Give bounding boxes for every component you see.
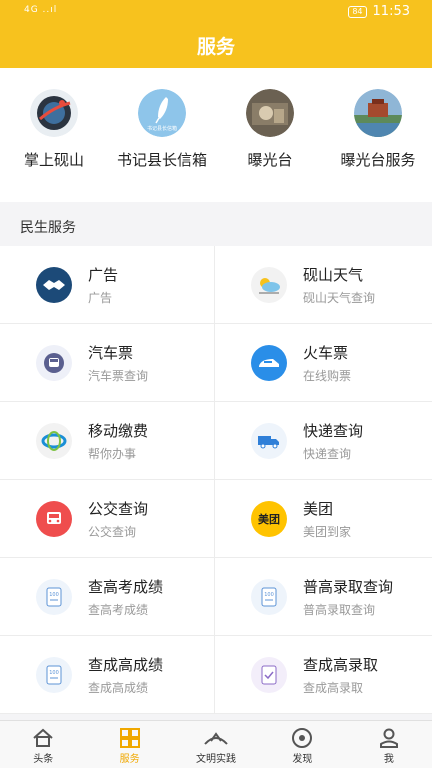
service-title: 美团: [303, 499, 334, 518]
service-gaokao-score[interactable]: 100 查高考成绩 查高考成绩: [0, 558, 215, 636]
tab-discover[interactable]: 发现: [259, 721, 345, 768]
eye-icon: [292, 728, 313, 748]
tab-bar: 头条 服务 文明实践 发现 我: [0, 720, 432, 768]
status-bar: 4G ..ıl 84 11:53: [0, 0, 432, 26]
quick-links: 掌上砚山 书记县长信箱 书记县长信箱 曝光台 曝光台服务: [0, 68, 432, 202]
photo-icon: [246, 89, 294, 137]
person-icon: [379, 728, 398, 748]
score-sheet-text: 100: [264, 592, 274, 598]
service-subtitle: 帮你办事: [88, 446, 137, 461]
quick-link-exposure[interactable]: 曝光台: [216, 68, 324, 202]
service-mobile-payment[interactable]: 移动缴费 帮你办事: [0, 402, 215, 480]
service-title: 汽车票: [88, 343, 134, 362]
service-high-school-admission[interactable]: 100 普高录取查询 普高录取查询: [215, 558, 432, 636]
service-subtitle: 查高考成绩: [88, 602, 149, 617]
service-subtitle: 砚山天气查询: [303, 290, 376, 305]
service-ads[interactable]: 广告 广告: [0, 246, 215, 324]
weather-icon: [251, 266, 287, 303]
service-title: 广告: [88, 265, 119, 284]
service-subtitle: 快递查询: [303, 446, 352, 461]
quill-icon: 书记县长信箱: [138, 89, 186, 137]
china-mobile-icon: [36, 422, 72, 459]
service-train-ticket[interactable]: 火车票 在线购票: [215, 324, 432, 402]
tab-label: 我: [383, 754, 394, 765]
quick-link-label: 书记县长信箱: [116, 151, 207, 169]
score-sheet-icon: 100: [36, 578, 72, 615]
quick-link-label: 曝光台: [247, 151, 293, 169]
service-title: 公交查询: [88, 499, 149, 518]
service-subtitle: 普高录取查询: [303, 602, 376, 617]
score-sheet-icon: 100: [36, 656, 72, 693]
home-icon: [33, 728, 53, 747]
quick-link-label: 掌上砚山: [23, 151, 84, 169]
signal-indicator: 4G ..ıl: [24, 5, 58, 15]
battery-icon: 84: [348, 5, 367, 18]
service-subtitle: 广告: [88, 290, 113, 305]
admission-check-icon: [251, 656, 287, 693]
service-meituan[interactable]: 美团 美团 美团到家: [215, 480, 432, 558]
service-title: 快递查询: [303, 421, 364, 440]
score-sheet-icon: 100: [251, 578, 287, 615]
tab-civilization-practice[interactable]: 文明实践: [173, 721, 259, 768]
service-title: 火车票: [303, 343, 349, 362]
service-grid: 广告 广告 砚山天气 砚山天气查询 汽车票 汽车票查询 火车票 在线购票 移动缴…: [0, 246, 432, 714]
service-title: 查成高成绩: [88, 655, 164, 674]
tab-label: 服务: [119, 754, 140, 765]
tab-headlines[interactable]: 头条: [0, 721, 86, 768]
service-bus-ticket[interactable]: 汽车票 汽车票查询: [0, 324, 215, 402]
service-express[interactable]: 快递查询 快递查询: [215, 402, 432, 480]
quill-icon-text: 书记县长信箱: [147, 125, 177, 132]
tab-label: 头条: [33, 754, 54, 765]
grid-icon: [119, 728, 140, 748]
handshake-icon: [36, 266, 72, 303]
service-weather[interactable]: 砚山天气 砚山天气查询: [215, 246, 432, 324]
service-subtitle: 汽车票查询: [88, 368, 149, 383]
service-adult-score[interactable]: 100 查成高成绩 查成高成绩: [0, 636, 215, 714]
practice-icon: [204, 732, 228, 745]
bus-icon: [36, 344, 72, 381]
service-subtitle: 公交查询: [88, 524, 137, 539]
service-adult-admission[interactable]: 查成高录取 查成高录取: [215, 636, 432, 714]
tab-me[interactable]: 我: [346, 721, 432, 768]
public-bus-icon: [36, 500, 72, 537]
score-sheet-text: 100: [49, 592, 59, 598]
quick-link-mailbox[interactable]: 书记县长信箱 书记县长信箱: [108, 68, 216, 202]
clock: 11:53: [372, 4, 410, 19]
service-title: 普高录取查询: [303, 577, 394, 596]
service-title: 查高考成绩: [88, 577, 164, 596]
quick-link-exposure-service[interactable]: 曝光台服务: [324, 68, 432, 202]
score-sheet-text: 100: [49, 670, 59, 676]
service-subtitle: 美团到家: [303, 524, 352, 539]
service-subtitle: 查成高成绩: [88, 680, 149, 695]
service-subtitle: 查成高录取: [303, 680, 364, 695]
meituan-icon: 美团: [251, 500, 287, 537]
globe-icon: [30, 89, 78, 137]
service-title: 查成高录取: [303, 655, 379, 674]
service-public-bus[interactable]: 公交查询 公交查询: [0, 480, 215, 558]
quick-link-zhangshang[interactable]: 掌上砚山: [0, 68, 108, 202]
truck-icon: [251, 422, 287, 459]
train-icon: [251, 344, 287, 381]
tab-services[interactable]: 服务: [86, 721, 172, 768]
landscape-icon: [354, 89, 402, 137]
service-title: 移动缴费: [88, 421, 149, 440]
service-subtitle: 在线购票: [303, 368, 352, 383]
service-title: 砚山天气: [303, 265, 364, 284]
page-title: 服务: [0, 26, 432, 68]
quick-link-label: 曝光台服务: [340, 151, 416, 169]
section-title: 民生服务: [0, 210, 432, 246]
tab-label: 文明实践: [196, 754, 237, 765]
tab-label: 发现: [292, 754, 313, 765]
status-right: 84 11:53: [348, 4, 410, 19]
